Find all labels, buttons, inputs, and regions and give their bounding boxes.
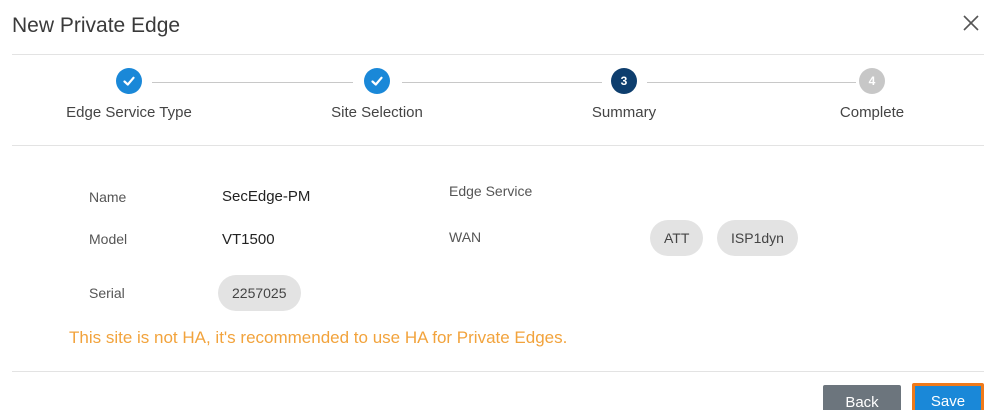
serial-label: Serial <box>89 285 125 301</box>
footer-divider <box>12 371 984 372</box>
serial-chip: 2257025 <box>218 275 301 311</box>
header-divider <box>12 54 984 55</box>
wan-chip: ISP1dyn <box>717 220 798 256</box>
check-icon <box>364 68 390 94</box>
edge-service-label: Edge Service <box>449 183 533 199</box>
step-site-selection: Site Selection <box>287 68 467 121</box>
step-complete: 4 Complete <box>782 68 962 121</box>
wizard-stepper: Edge Service Type Site Selection 3 Summa… <box>0 68 984 138</box>
wan-label: WAN <box>449 229 482 245</box>
step-number-badge: 4 <box>859 68 885 94</box>
model-value: VT1500 <box>222 231 275 248</box>
save-button[interactable]: Save <box>912 383 984 410</box>
dialog-title: New Private Edge <box>12 14 181 37</box>
step-summary: 3 Summary <box>534 68 714 121</box>
model-label: Model <box>89 231 128 247</box>
check-icon <box>116 68 142 94</box>
step-label: Edge Service Type <box>66 104 192 121</box>
step-number-badge: 3 <box>611 68 637 94</box>
close-icon[interactable] <box>960 12 982 34</box>
back-button[interactable]: Back <box>823 385 901 410</box>
stepper-divider <box>12 145 984 146</box>
ha-warning-message: This site is not HA, it's recommended to… <box>69 328 568 347</box>
step-label: Summary <box>591 104 657 121</box>
name-label: Name <box>89 189 127 205</box>
wan-chip: ATT <box>650 220 704 256</box>
step-edge-service-type: Edge Service Type <box>39 68 219 121</box>
name-value: SecEdge-PM <box>222 188 311 205</box>
step-label: Site Selection <box>331 104 423 121</box>
step-label: Complete <box>839 104 905 121</box>
